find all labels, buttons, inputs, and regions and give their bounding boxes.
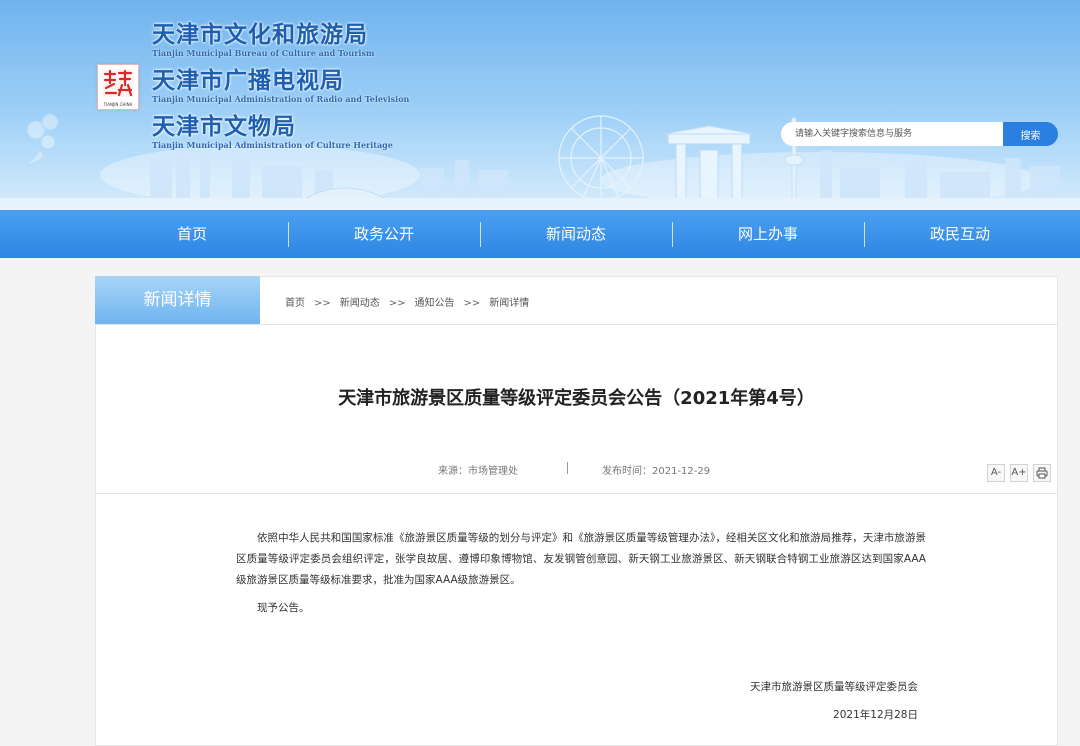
org-name-culture-tourism: 天津市文化和旅游局 Tianjin Municipal Bureau of Cu…	[152, 21, 375, 59]
article-paragraph: 现予公告。	[257, 602, 310, 614]
breadcrumb-home[interactable]: 首页	[285, 294, 305, 309]
breadcrumb-notices[interactable]: 通知公告	[415, 294, 455, 309]
breadcrumb-news[interactable]: 新闻动态	[340, 294, 380, 309]
divider	[96, 493, 1057, 494]
org-name-heritage: 天津市文物局 Tianjin Municipal Administration …	[152, 113, 393, 151]
search-input[interactable]	[781, 122, 1003, 146]
font-smaller-button[interactable]: A-	[987, 464, 1005, 482]
article-date: 2021年12月28日	[833, 709, 918, 721]
breadcrumb-separator: >>	[463, 298, 481, 309]
article-source: 来源：市场管理处	[438, 466, 518, 477]
nav-item-government-affairs[interactable]: 政务公开	[288, 210, 480, 258]
article-body: 依照中华人民共和国国家标准《旅游景区质量等级的划分与评定》和《旅游景区质量等级管…	[236, 528, 926, 619]
divider	[96, 324, 1057, 325]
print-icon	[1036, 467, 1048, 479]
font-larger-button[interactable]: A+	[1010, 464, 1028, 482]
org-name-cn: 天津市文物局	[152, 113, 296, 140]
section-tab: 新闻详情	[95, 276, 260, 324]
print-button[interactable]	[1033, 464, 1051, 482]
org-name-en: Tianjin Municipal Administration of Cult…	[152, 140, 393, 150]
nav-item-interaction[interactable]: 政民互动	[864, 210, 1056, 258]
nav-item-home[interactable]: 首页	[96, 210, 288, 258]
article-paragraph: 依照中华人民共和国国家标准《旅游景区质量等级的划分与评定》和《旅游景区质量等级管…	[236, 532, 926, 586]
article-panel	[95, 276, 1058, 746]
nav-item-online-services[interactable]: 网上办事	[672, 210, 864, 258]
logo-caption: TIANJIN CHINA	[103, 102, 133, 107]
article-publish-time: 发布时间：2021-12-29	[602, 466, 711, 477]
search-button[interactable]: 搜索	[1003, 122, 1058, 146]
breadcrumb-separator: >>	[314, 298, 331, 309]
org-name-cn: 天津市广播电视局	[152, 67, 344, 94]
seal-icon	[102, 69, 134, 97]
org-name-en: Tianjin Municipal Administration of Radi…	[152, 94, 410, 104]
article-signature: 天津市旅游景区质量等级评定委员会	[750, 681, 918, 693]
header-banner: TIANJIN CHINA 天津市文化和旅游局 Tianjin Municipa…	[0, 0, 1080, 208]
org-name-en: Tianjin Municipal Bureau of Culture and …	[152, 48, 375, 58]
breadcrumb-separator: >>	[388, 298, 406, 309]
org-name-cn: 天津市文化和旅游局	[152, 21, 368, 48]
breadcrumb-current: 新闻详情	[489, 298, 530, 309]
org-name-radio-tv: 天津市广播电视局 Tianjin Municipal Administratio…	[152, 67, 410, 105]
main-nav: 首页 政务公开 新闻动态 网上办事 政民互动	[0, 208, 1080, 258]
breadcrumb: 首页 >> 新闻动态 >> 通知公告 >> 新闻详情	[285, 294, 529, 309]
meta-divider	[567, 462, 568, 474]
tianjin-logo: TIANJIN CHINA	[97, 64, 139, 110]
nav-item-news[interactable]: 新闻动态	[480, 210, 672, 258]
article-title: 天津市旅游景区质量等级评定委员会公告（2021年第4号）	[338, 388, 815, 409]
